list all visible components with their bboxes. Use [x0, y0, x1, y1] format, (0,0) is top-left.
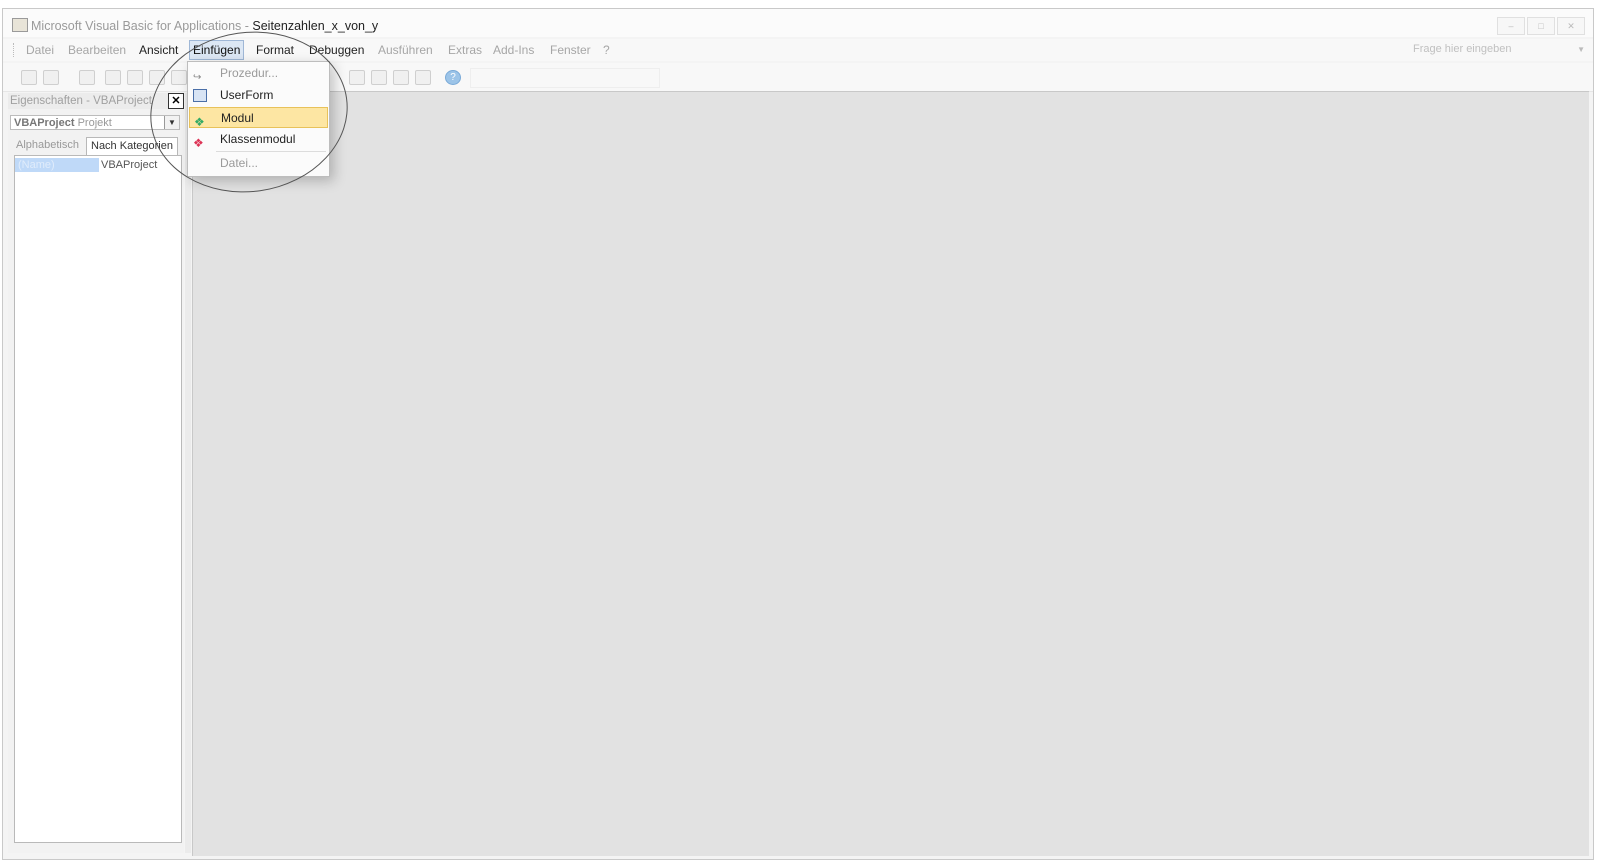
menu-item-modul[interactable]: ❖ Modul	[189, 107, 328, 129]
cut-icon[interactable]	[105, 70, 121, 85]
close-icon[interactable]: ✕	[168, 93, 184, 109]
menu-item-userform[interactable]: UserForm	[189, 85, 328, 106]
module-icon: ❖	[194, 115, 205, 129]
copy-icon[interactable]	[127, 70, 143, 85]
properties-title: Eigenschaften - VBAProject	[10, 95, 152, 107]
help-search-placeholder: Frage hier eingeben	[1413, 43, 1512, 55]
property-value[interactable]: VBAProject	[101, 158, 157, 172]
view-excel-icon[interactable]	[21, 70, 37, 85]
menu-item-label: Datei...	[220, 156, 259, 170]
procedure-icon: ↪	[193, 72, 202, 83]
menu-ansicht[interactable]: Ansicht	[139, 42, 178, 58]
menubar-grip[interactable]	[13, 43, 16, 57]
menu-item-datei[interactable]: Datei...	[189, 153, 328, 174]
properties-header: Eigenschaften - VBAProject ✕	[8, 93, 184, 109]
menu-item-label: Klassenmodul	[220, 132, 296, 146]
help-search-input[interactable]: Frage hier eingeben ▼	[1413, 41, 1585, 58]
menu-separator	[216, 151, 326, 152]
toolbar-position-field	[470, 68, 660, 88]
menu-addins[interactable]: Add-Ins	[493, 42, 534, 58]
menu-einfuegen[interactable]: Einfügen	[189, 40, 245, 60]
insert-menu-dropdown: ↪ Prozedur... UserForm ❖ Modul ❖ Klassen…	[187, 61, 330, 177]
menu-item-label: Prozedur...	[220, 66, 279, 80]
window-controls: – □ ✕	[1497, 17, 1585, 35]
object-select[interactable]: VBAProject Projekt ▼	[10, 115, 180, 130]
chevron-down-icon[interactable]: ▼	[164, 116, 179, 129]
menu-item-klassenmodul[interactable]: ❖ Klassenmodul	[189, 129, 328, 150]
menu-fenster[interactable]: Fenster	[550, 42, 591, 58]
menu-ausfuehren[interactable]: Ausführen	[378, 42, 433, 58]
menu-help[interactable]: ?	[603, 42, 610, 58]
properties-panel: Eigenschaften - VBAProject ✕ VBAProject …	[8, 93, 184, 853]
object-type: Projekt	[77, 117, 112, 129]
paste-icon[interactable]	[149, 70, 165, 85]
menu-bearbeiten[interactable]: Bearbeiten	[68, 42, 126, 58]
menu-format[interactable]: Format	[256, 42, 294, 58]
panel-splitter[interactable]	[185, 93, 191, 853]
close-icon[interactable]: ✕	[1557, 17, 1585, 35]
menu-debuggen[interactable]: Debuggen	[309, 42, 364, 58]
code-workspace[interactable]	[192, 91, 1589, 856]
window-title: Microsoft Visual Basic for Applications …	[31, 19, 379, 33]
project-explorer-icon[interactable]	[349, 70, 365, 85]
title-bar[interactable]: Microsoft Visual Basic for Applications …	[3, 9, 1593, 37]
maximize-icon[interactable]: □	[1527, 17, 1555, 35]
find-icon[interactable]	[171, 70, 187, 85]
menu-extras[interactable]: Extras	[448, 42, 482, 58]
vba-app-icon	[12, 18, 28, 32]
properties-window-icon[interactable]	[371, 70, 387, 85]
menu-item-prozedur[interactable]: ↪ Prozedur...	[189, 63, 328, 84]
property-grid: (Name) VBAProject	[14, 155, 182, 843]
toolbox-icon[interactable]	[415, 70, 431, 85]
object-name: VBAProject	[14, 117, 75, 129]
tab-alphabetisch[interactable]: Alphabetisch	[16, 137, 79, 153]
class-module-icon: ❖	[193, 136, 204, 150]
insert-userform-icon[interactable]	[43, 70, 59, 85]
table-row[interactable]: (Name) VBAProject	[15, 158, 181, 172]
menu-item-label: Modul	[221, 111, 254, 125]
help-icon[interactable]: ?	[445, 70, 461, 85]
save-icon[interactable]	[79, 70, 95, 85]
property-key: (Name)	[15, 158, 99, 172]
minimize-icon[interactable]: –	[1497, 17, 1525, 35]
menu-bar: Datei Bearbeiten Ansicht Einfügen Format…	[3, 39, 1593, 61]
tab-nach-kategorien[interactable]: Nach Kategorien	[86, 137, 178, 155]
object-browser-icon[interactable]	[393, 70, 409, 85]
chevron-down-icon[interactable]: ▼	[1577, 41, 1585, 58]
userform-icon	[193, 89, 207, 102]
menu-item-label: UserForm	[220, 88, 274, 102]
menu-datei[interactable]: Datei	[26, 42, 54, 58]
